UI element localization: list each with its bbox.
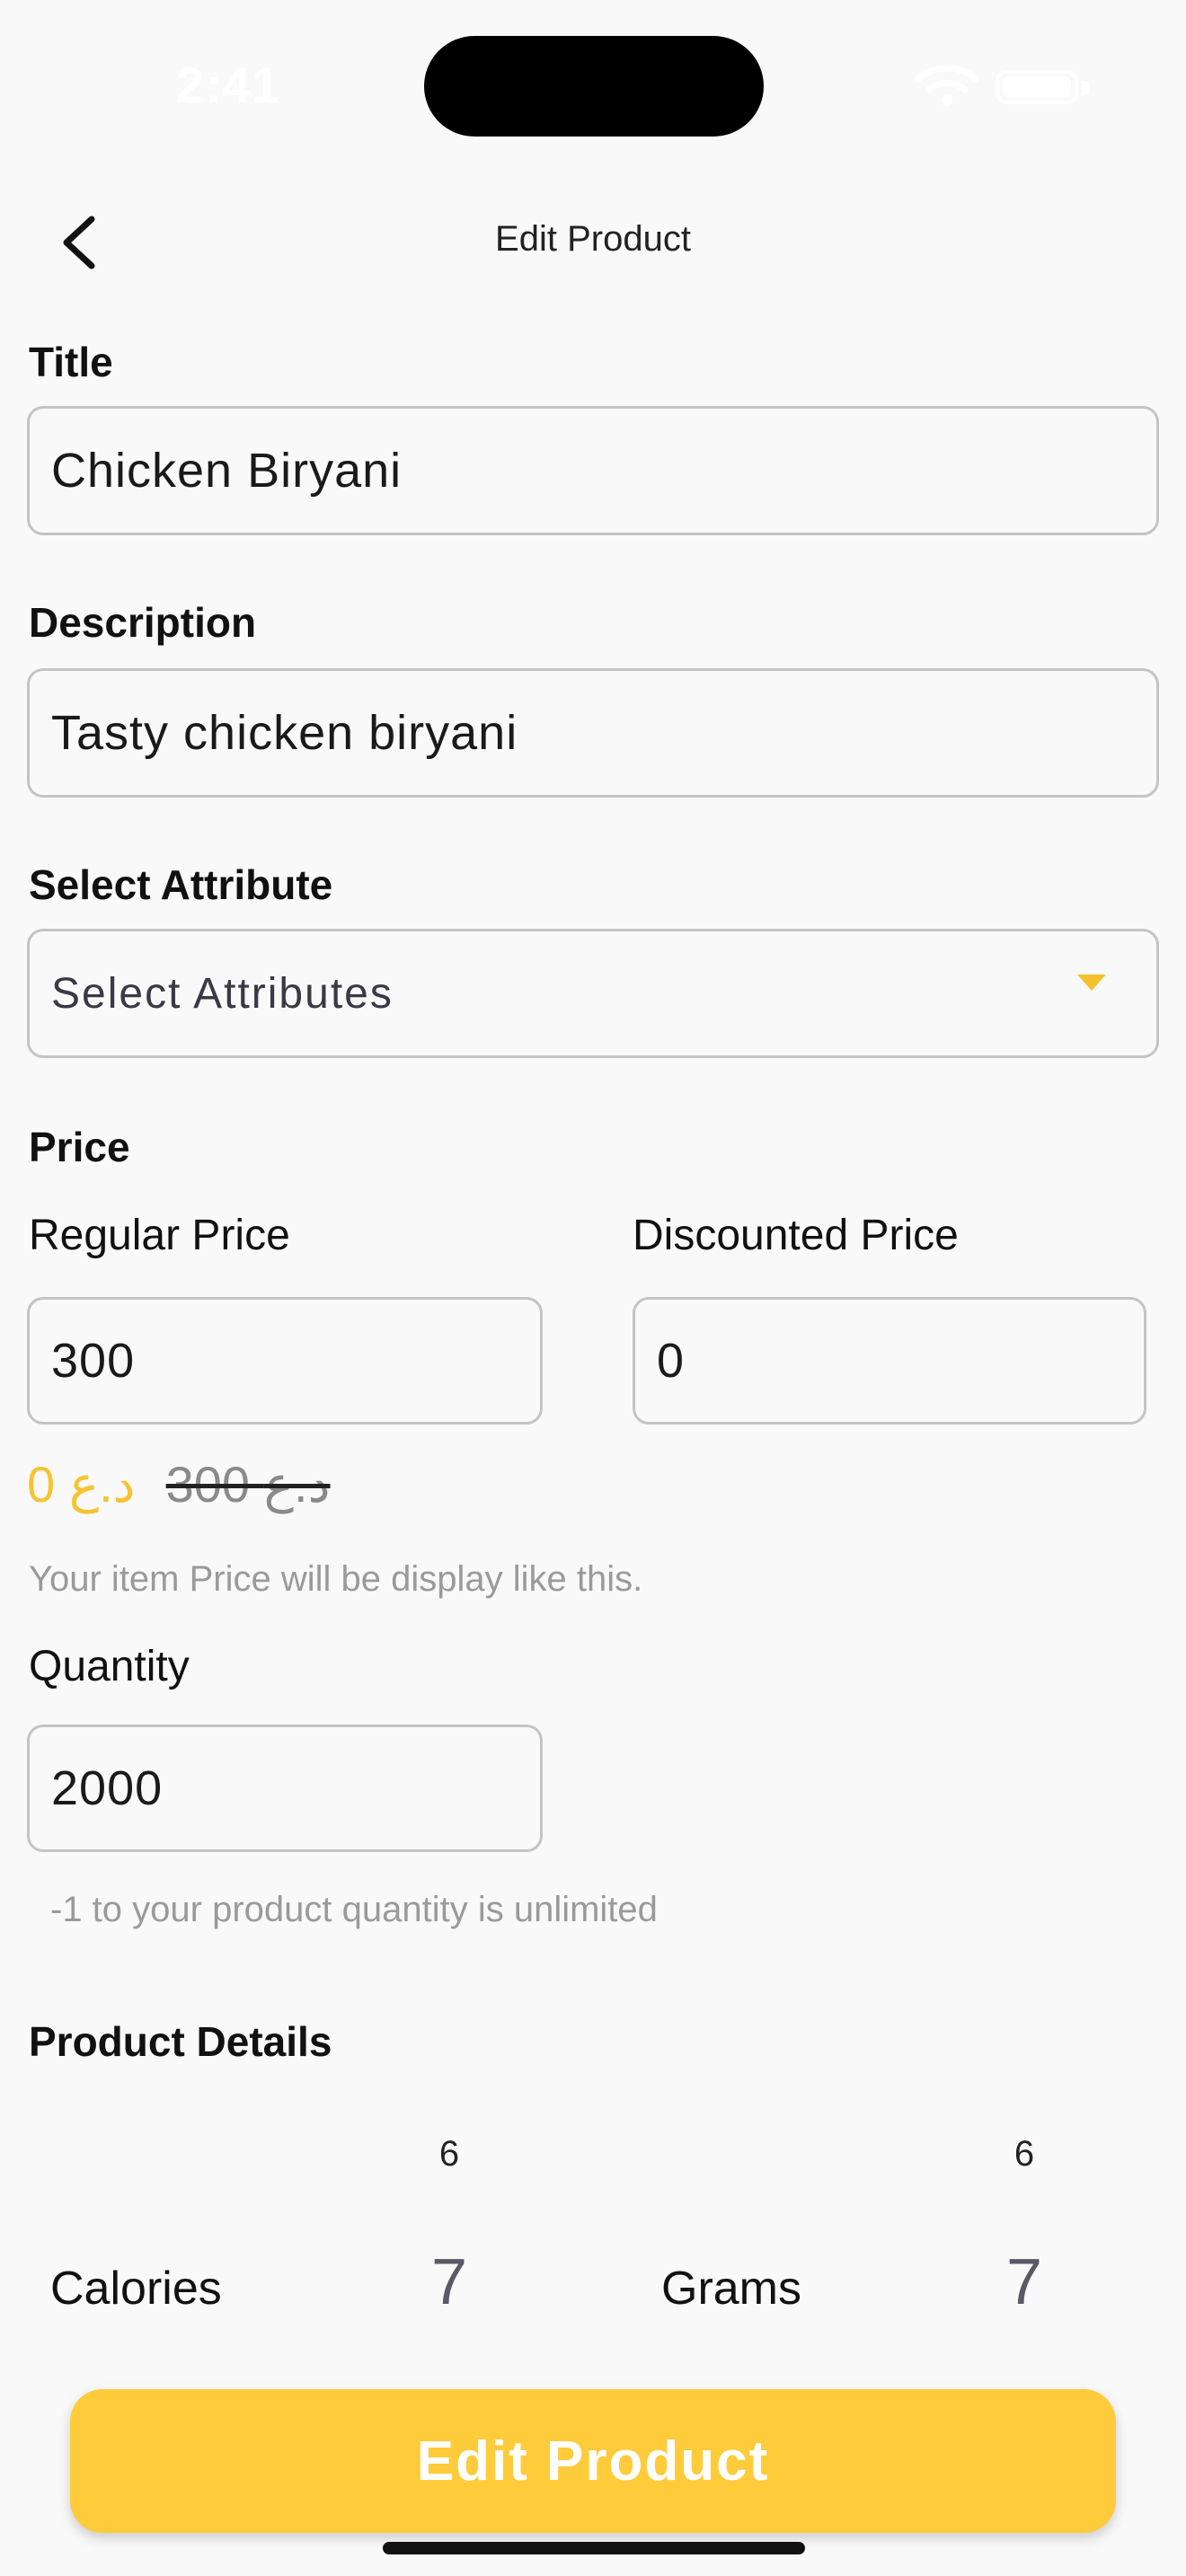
edit-product-button-label: Edit Product (416, 2430, 770, 2492)
title-input-value: Chicken Biryani (51, 444, 403, 498)
battery-icon (996, 70, 1078, 104)
regular-price-input[interactable]: 300 (27, 1297, 543, 1425)
calories-picker-prev[interactable]: 6 (404, 2134, 494, 2175)
title-input[interactable]: Chicken Biryani (27, 406, 1159, 535)
wifi-icon (915, 65, 979, 106)
calories-picker-value[interactable]: 7 (404, 2245, 494, 2319)
product-details-label: Product Details (29, 2018, 332, 2065)
price-preview-new: 0 د.ع (27, 1456, 136, 1513)
calories-label: Calories (50, 2263, 222, 2315)
battery-tip (1082, 81, 1089, 95)
grams-picker-prev[interactable]: 6 (979, 2134, 1069, 2175)
price-preview: 0 د.ع 300 د.ع (27, 1455, 331, 1514)
price-hint: Your item Price will be display like thi… (29, 1559, 643, 1599)
quantity-label: Quantity (29, 1643, 190, 1690)
attribute-dropdown-placeholder: Select Attributes (51, 969, 394, 1018)
dynamic-island (424, 36, 764, 137)
edit-product-button[interactable]: Edit Product (70, 2389, 1116, 2533)
price-preview-old: 300 د.ع (165, 1456, 331, 1513)
quantity-input[interactable]: 2000 (27, 1725, 543, 1852)
title-label: Title (29, 339, 113, 385)
price-label: Price (29, 1124, 130, 1170)
home-indicator (383, 2542, 805, 2554)
discounted-price-input[interactable]: 0 (633, 1297, 1146, 1425)
description-label: Description (29, 599, 257, 646)
discounted-price-value: 0 (657, 1334, 686, 1388)
page-title: Edit Product (495, 219, 691, 259)
description-input[interactable]: Tasty chicken biryani (27, 668, 1159, 798)
chevron-down-icon (1077, 975, 1106, 991)
grams-picker-value[interactable]: 7 (979, 2245, 1069, 2319)
regular-price-value: 300 (51, 1334, 136, 1388)
attribute-dropdown[interactable]: Select Attributes (27, 929, 1159, 1058)
quantity-hint: -1 to your product quantity is unlimited (50, 1890, 658, 1929)
status-time: 2:41 (176, 57, 281, 113)
attribute-label: Select Attribute (29, 861, 333, 908)
regular-price-label: Regular Price (29, 1212, 290, 1259)
quantity-input-value: 2000 (51, 1761, 164, 1815)
grams-label: Grams (661, 2263, 801, 2315)
description-input-value: Tasty chicken biryani (51, 706, 518, 760)
discounted-price-label: Discounted Price (633, 1212, 959, 1259)
